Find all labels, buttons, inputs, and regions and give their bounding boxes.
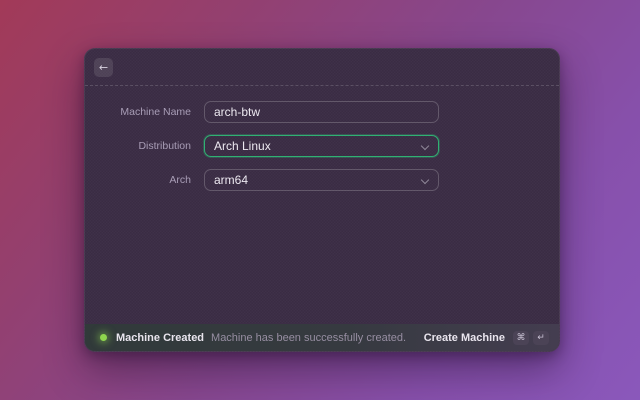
machine-name-label: Machine Name (85, 106, 191, 118)
return-key-icon: ↵ (533, 331, 549, 345)
chevron-down-icon (422, 177, 429, 184)
titlebar: ← (85, 49, 559, 86)
arch-value: arm64 (214, 173, 416, 187)
chevron-down-icon (422, 143, 429, 150)
machine-name-input[interactable] (204, 101, 439, 123)
distribution-row: Distribution Arch Linux (85, 135, 559, 157)
arch-select[interactable]: arm64 (204, 169, 439, 191)
distribution-value: Arch Linux (214, 139, 416, 153)
machine-name-row: Machine Name (85, 101, 559, 123)
command-key-icon: ⌘ (513, 331, 529, 345)
status-bar: Machine Created Machine has been success… (85, 324, 559, 351)
create-machine-button[interactable]: Create Machine (424, 332, 505, 344)
status-dot-icon (100, 334, 107, 341)
create-machine-form: Machine Name Distribution Arch Linux Arc… (85, 86, 559, 191)
back-button[interactable]: ← (94, 58, 113, 77)
distribution-select[interactable]: Arch Linux (204, 135, 439, 157)
distribution-label: Distribution (85, 140, 191, 152)
arch-label: Arch (85, 174, 191, 186)
status-message: Machine has been successfully created. (211, 332, 406, 344)
arch-row: Arch arm64 (85, 169, 559, 191)
create-machine-window: ← Machine Name Distribution Arch Linux A… (84, 48, 560, 352)
status-title: Machine Created (116, 332, 204, 344)
